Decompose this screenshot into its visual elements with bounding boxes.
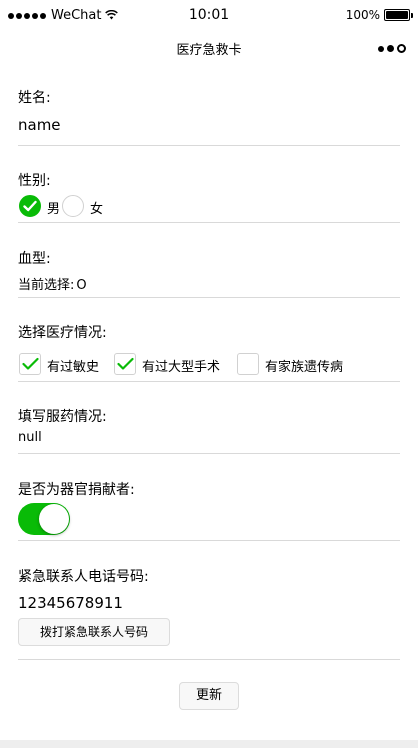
medication-label: 填写服药情况:: [18, 409, 107, 425]
check-icon: [22, 357, 39, 370]
gender-radio-female[interactable]: [62, 195, 84, 217]
gender-label: 性别:: [18, 173, 51, 189]
checkbox-hereditary[interactable]: [237, 353, 259, 375]
status-bar: WeChat 10:01 100%: [0, 0, 418, 30]
switch-knob: [39, 504, 69, 534]
status-right: 100%: [345, 8, 413, 22]
gender-radio-male[interactable]: [19, 195, 41, 217]
nav-bar: 医疗急救卡: [0, 30, 418, 64]
gender-option-female: 女: [90, 202, 104, 217]
call-emergency-button[interactable]: 拨打紧急联系人号码: [18, 618, 170, 646]
checkbox-allergy[interactable]: [19, 353, 41, 375]
page-title: 医疗急救卡: [176, 43, 242, 58]
divider: [18, 297, 400, 298]
battery-icon: [384, 9, 413, 21]
name-input[interactable]: name: [18, 116, 400, 134]
checkbox-surgery[interactable]: [114, 353, 136, 375]
check-icon: [117, 357, 134, 370]
donor-switch[interactable]: [18, 503, 70, 535]
divider: [18, 659, 400, 660]
blood-type-value: O: [76, 278, 87, 293]
checkbox-surgery-label: 有过大型手术: [142, 360, 221, 375]
blood-type-label: 血型:: [18, 251, 51, 267]
blood-type-picker[interactable]: 当前选择: O: [18, 274, 400, 293]
checkbox-allergy-label: 有过敏史: [47, 360, 100, 375]
name-label: 姓名:: [18, 90, 51, 106]
blood-type-prefix: 当前选择:: [18, 278, 75, 293]
gender-option-male: 男: [47, 202, 61, 217]
medical-label: 选择医疗情况:: [18, 325, 107, 341]
divider: [18, 381, 400, 382]
check-icon: [23, 200, 37, 212]
divider: [18, 222, 400, 223]
emergency-label: 紧急联系人电话号码:: [18, 569, 149, 585]
divider: [18, 540, 400, 541]
update-button[interactable]: 更新: [179, 682, 239, 710]
medication-input[interactable]: null: [18, 430, 400, 445]
divider: [18, 145, 400, 146]
divider: [18, 453, 400, 454]
battery-percent: 100%: [345, 8, 380, 22]
donor-label: 是否为器官捐献者:: [18, 482, 135, 498]
more-menu-icon[interactable]: [378, 44, 406, 53]
checkbox-hereditary-label: 有家族遗传病: [265, 360, 344, 375]
emergency-phone-input[interactable]: 12345678911: [18, 594, 400, 612]
bottom-edge: [0, 740, 418, 748]
